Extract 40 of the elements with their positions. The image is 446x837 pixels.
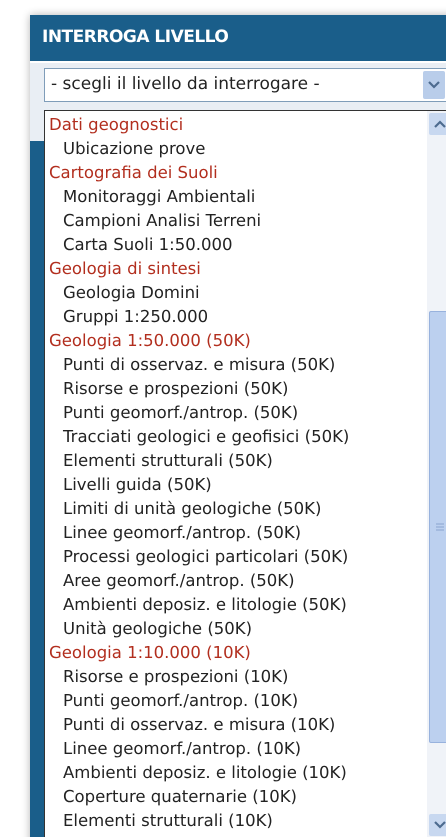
chevron-up-icon <box>434 120 446 128</box>
panel-title: INTERROGA LIVELLO <box>41 26 230 50</box>
scrollbar[interactable] <box>427 111 446 837</box>
option-group-label: Dati geognostici <box>48 114 184 136</box>
option-item[interactable]: Risorse e prospezioni (50K) <box>45 377 427 401</box>
option-item[interactable]: Punti di osservaz. e misura (50K) <box>45 353 427 377</box>
scroll-thumb[interactable] <box>429 311 446 743</box>
option-item[interactable]: Linee geomorf./antrop. (50K) <box>45 521 427 545</box>
option-group-label: Geologia 1:10.000 (10K) <box>48 642 252 664</box>
option-item[interactable]: Ambienti deposiz. e litologie (50K) <box>45 593 427 617</box>
grip-icon <box>436 523 444 531</box>
option-item[interactable]: Ubicazione prove <box>45 137 427 161</box>
option-item[interactable]: Aree geomorf./antrop. (50K) <box>45 569 427 593</box>
option-item[interactable]: Punti di osservaz. e misura (10K) <box>45 713 427 737</box>
option-item[interactable]: Livelli guida (50K) <box>45 473 427 497</box>
chevron-down-icon <box>428 81 440 89</box>
option-group-label: Geologia 1:50.000 (50K) <box>48 330 252 352</box>
option-item[interactable]: Punti geomorf./antrop. (10K) <box>45 689 427 713</box>
option-item[interactable]: Campioni Analisi Terreni <box>45 209 427 233</box>
chevron-down-icon <box>434 821 446 829</box>
option-item[interactable]: Risorse e prospezioni (10K) <box>45 665 427 689</box>
level-select[interactable]: - scegli il livello da interrogare - <box>44 68 446 102</box>
option-item[interactable]: Gruppi 1:250.000 <box>45 305 427 329</box>
option-item[interactable]: Carta Suoli 1:50.000 <box>45 233 427 257</box>
option-item[interactable]: Ambienti deposiz. e litologie (10K) <box>45 761 427 785</box>
option-item[interactable]: Coperture quaternarie (10K) <box>45 785 427 809</box>
option-item[interactable]: Linee geomorf./antrop. (10K) <box>45 737 427 761</box>
option-item[interactable]: Elementi strutturali (50K) <box>45 449 427 473</box>
scroll-down-button[interactable] <box>429 814 446 836</box>
option-item[interactable]: Tracciati geologici e geofisici (50K) <box>45 425 427 449</box>
option-item[interactable]: Unità geologiche (50K) <box>45 617 427 641</box>
option-item[interactable]: Monitoraggi Ambientali <box>45 185 427 209</box>
option-item[interactable]: Limiti di unità geologiche (50K) <box>45 497 427 521</box>
option-group-label: Geologia di sintesi <box>48 258 202 280</box>
option-item[interactable]: Processi geologici particolari (50K) <box>45 545 427 569</box>
option-item[interactable]: Punti geomorf./antrop. (50K) <box>45 401 427 425</box>
scroll-up-button[interactable] <box>429 113 446 135</box>
option-item[interactable]: Geologia Domini <box>45 281 427 305</box>
option-group-label: Cartografia dei Suoli <box>48 162 219 184</box>
option-item[interactable]: Elementi strutturali (10K) <box>45 809 427 833</box>
